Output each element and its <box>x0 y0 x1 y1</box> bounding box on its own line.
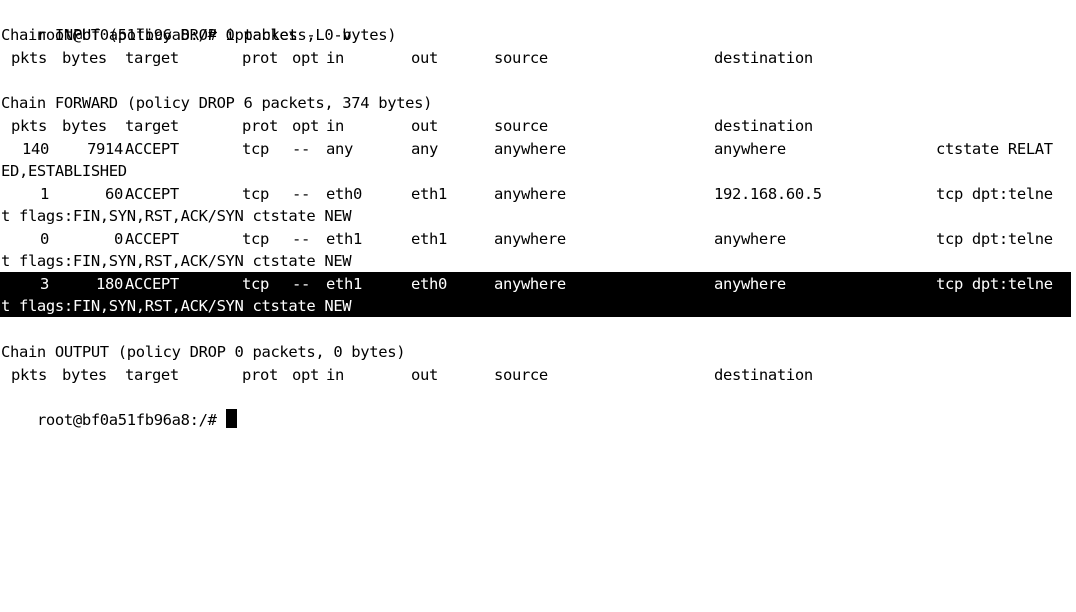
col-pkts: pkts <box>11 117 47 135</box>
prompt-text: root@bf0a51fb96a8:/# <box>36 410 217 429</box>
rule-prot: tcp <box>242 140 269 158</box>
col-opt: opt <box>292 366 319 384</box>
rule-opt: -- <box>292 275 310 293</box>
rule-extra: tcp dpt:telne <box>936 185 1053 203</box>
col-out: out <box>411 366 438 384</box>
rule-prot: tcp <box>242 185 269 203</box>
col-destination: destination <box>714 49 813 67</box>
table-row: 1 60 ACCEPT tcp -- eth0 eth1 anywhere 19… <box>1 183 1071 206</box>
rule-source: anywhere <box>494 140 566 158</box>
table-row: 140 7914 ACCEPT tcp -- any any anywhere … <box>1 138 1071 161</box>
rule-in: eth0 <box>326 185 362 203</box>
col-target: target <box>125 366 179 384</box>
col-target: target <box>125 49 179 67</box>
col-in: in <box>326 117 344 135</box>
col-opt: opt <box>292 117 319 135</box>
table-row[interactable]: 3 180 ACCEPT tcp -- eth1 eth0 anywhere a… <box>1 273 1071 296</box>
rule-opt: -- <box>292 230 310 248</box>
col-bytes: bytes <box>62 117 107 135</box>
col-target: target <box>125 117 179 135</box>
col-source: source <box>494 366 548 384</box>
col-opt: opt <box>292 49 319 67</box>
col-prot: prot <box>242 49 278 67</box>
rule-opt: -- <box>292 185 310 203</box>
forward-column-headers: pkts bytes target prot opt in out source… <box>1 115 1071 138</box>
rule-prot: tcp <box>242 230 269 248</box>
col-prot: prot <box>242 366 278 384</box>
rule-target: ACCEPT <box>125 140 179 158</box>
rule-out: eth1 <box>411 230 447 248</box>
rule-source: anywhere <box>494 275 566 293</box>
col-pkts: pkts <box>11 366 47 384</box>
table-row: 0 0 ACCEPT tcp -- eth1 eth1 anywhere any… <box>1 228 1071 251</box>
rule-extra: ctstate RELAT <box>936 140 1053 158</box>
prompt-line[interactable]: root@bf0a51fb96a8:/# <box>1 386 237 429</box>
rule-bytes: 0 <box>114 230 123 248</box>
rule-source: anywhere <box>494 185 566 203</box>
col-source: source <box>494 49 548 67</box>
rule-out: any <box>411 140 438 158</box>
rule-target: ACCEPT <box>125 185 179 203</box>
terminal-window[interactable]: root@bf0a51fb96a8:/# iptables -L -v Chai… <box>0 0 1076 429</box>
rule-pkts: 1 <box>40 185 49 203</box>
rule-prot: tcp <box>242 275 269 293</box>
rule-out: eth1 <box>411 185 447 203</box>
rule-destination: 192.168.60.5 <box>714 185 822 203</box>
rule-pkts: 140 <box>22 140 49 158</box>
rule-in: any <box>326 140 353 158</box>
rule-destination: anywhere <box>714 230 786 248</box>
col-in: in <box>326 49 344 67</box>
col-source: source <box>494 117 548 135</box>
rule-opt: -- <box>292 140 310 158</box>
rule-in: eth1 <box>326 275 362 293</box>
rule-target: ACCEPT <box>125 230 179 248</box>
rule-bytes: 7914 <box>87 140 123 158</box>
col-in: in <box>326 366 344 384</box>
rule-in: eth1 <box>326 230 362 248</box>
rule-extra: tcp dpt:telne <box>936 230 1053 248</box>
rule-source: anywhere <box>494 230 566 248</box>
col-pkts: pkts <box>11 49 47 67</box>
rule-destination: anywhere <box>714 140 786 158</box>
rule-wrap: t flags:FIN,SYN,RST,ACK/SYN ctstate NEW <box>1 207 352 225</box>
rule-pkts: 0 <box>40 230 49 248</box>
col-bytes: bytes <box>62 366 107 384</box>
rule-bytes: 60 <box>105 185 123 203</box>
rule-wrap: t flags:FIN,SYN,RST,ACK/SYN ctstate NEW <box>1 252 352 270</box>
chain-output-header: Chain OUTPUT (policy DROP 0 packets, 0 b… <box>1 343 406 361</box>
col-prot: prot <box>242 117 278 135</box>
text-cursor <box>225 409 237 428</box>
rule-bytes: 180 <box>96 275 123 293</box>
col-out: out <box>411 117 438 135</box>
rule-destination: anywhere <box>714 275 786 293</box>
rule-pkts: 3 <box>40 275 49 293</box>
col-out: out <box>411 49 438 67</box>
rule-wrap[interactable]: t flags:FIN,SYN,RST,ACK/SYN ctstate NEW <box>1 295 352 318</box>
rule-out: eth0 <box>411 275 447 293</box>
rule-target: ACCEPT <box>125 275 179 293</box>
chain-forward-header: Chain FORWARD (policy DROP 6 packets, 37… <box>1 94 433 112</box>
input-column-headers: pkts bytes target prot opt in out source… <box>1 47 1071 70</box>
rule-extra: tcp dpt:telne <box>936 275 1053 293</box>
col-bytes: bytes <box>62 49 107 67</box>
chain-input-header: Chain INPUT (policy DROP 0 packets, 0 by… <box>1 26 397 44</box>
rule-wrap: ED,ESTABLISHED <box>1 162 127 180</box>
command-line: root@bf0a51fb96a8:/# iptables -L -v <box>1 1 352 44</box>
col-destination: destination <box>714 117 813 135</box>
output-column-headers: pkts bytes target prot opt in out source… <box>1 364 1071 387</box>
col-destination: destination <box>714 366 813 384</box>
